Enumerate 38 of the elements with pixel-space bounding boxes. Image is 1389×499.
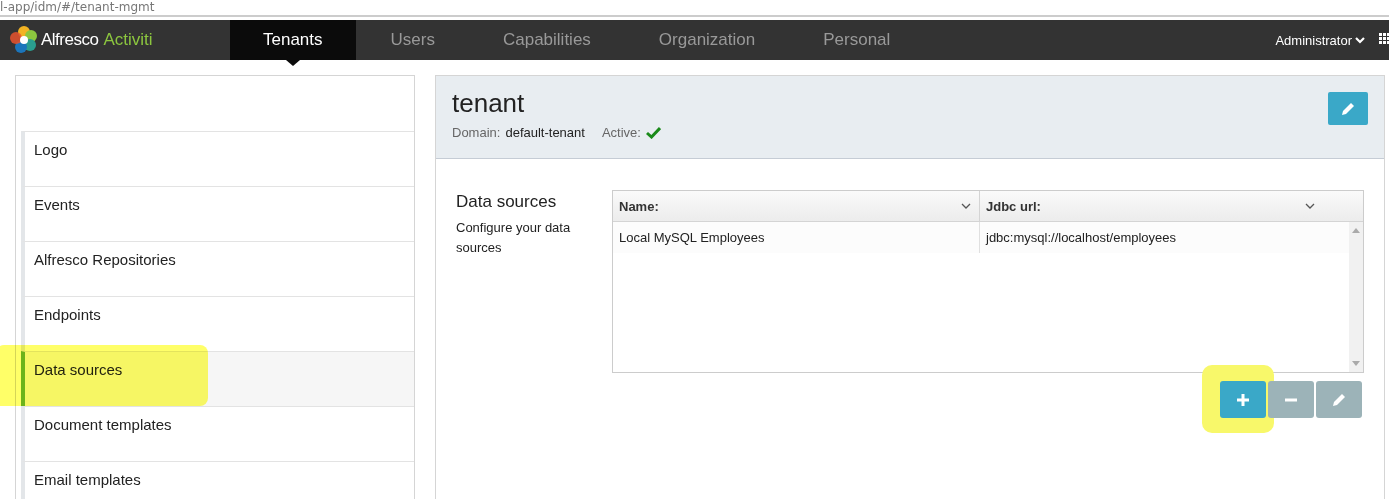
sidebar-item[interactable]: Events [21, 186, 414, 241]
nav-tab[interactable]: Tenants [230, 20, 356, 60]
table-cell: Local MySQL Employees [613, 222, 980, 253]
column-header[interactable]: Jdbc url: [980, 191, 1363, 221]
product-name: Activiti [103, 30, 153, 50]
nav-tab[interactable]: Personal [790, 20, 924, 60]
scroll-up-icon[interactable] [1352, 228, 1360, 233]
section-title: Data sources [456, 192, 558, 212]
sidebar-item[interactable]: Logo [21, 131, 414, 186]
brand-name: Alfresco [41, 30, 99, 50]
edit-button[interactable] [1328, 92, 1368, 125]
sidebar-item[interactable]: Email templates [21, 461, 414, 499]
column-header[interactable]: Name: [613, 191, 980, 221]
nav-tab[interactable]: Users [357, 20, 468, 60]
pencil-icon [1331, 391, 1347, 408]
domain-value: default-tenant [505, 125, 585, 140]
tab-pointer-icon [285, 60, 300, 66]
add-button[interactable] [1220, 381, 1266, 418]
chevron-down-icon [1355, 36, 1365, 44]
user-menu[interactable]: Administrator [1275, 32, 1365, 48]
chevron-down-icon [1305, 202, 1315, 210]
active-label: Active: [601, 125, 641, 140]
flower-logo-icon [10, 26, 38, 54]
nav-tab[interactable]: Organization [625, 20, 789, 60]
scrollbar[interactable] [1349, 222, 1363, 372]
scroll-down-icon[interactable] [1352, 361, 1360, 366]
domain-label: Domain: [452, 125, 501, 140]
pencil-icon [1340, 100, 1356, 117]
apps-grid-icon[interactable] [1379, 33, 1389, 47]
sidebar-item[interactable]: Alfresco Repositories [21, 241, 414, 296]
sidebar-item[interactable]: Document templates [21, 406, 414, 461]
table-cell-text: jdbc:mysql://localhost/employees [984, 229, 1178, 247]
nav-tab[interactable]: Capabilities [469, 20, 624, 60]
address-bar-url[interactable]: l-app/idm/#/tenant-mgmt [0, 0, 155, 14]
tenant-title: tenant [452, 88, 526, 119]
section-description: Configure your data sources [456, 219, 572, 257]
plus-icon [1236, 392, 1250, 407]
chevron-down-icon [961, 202, 971, 210]
